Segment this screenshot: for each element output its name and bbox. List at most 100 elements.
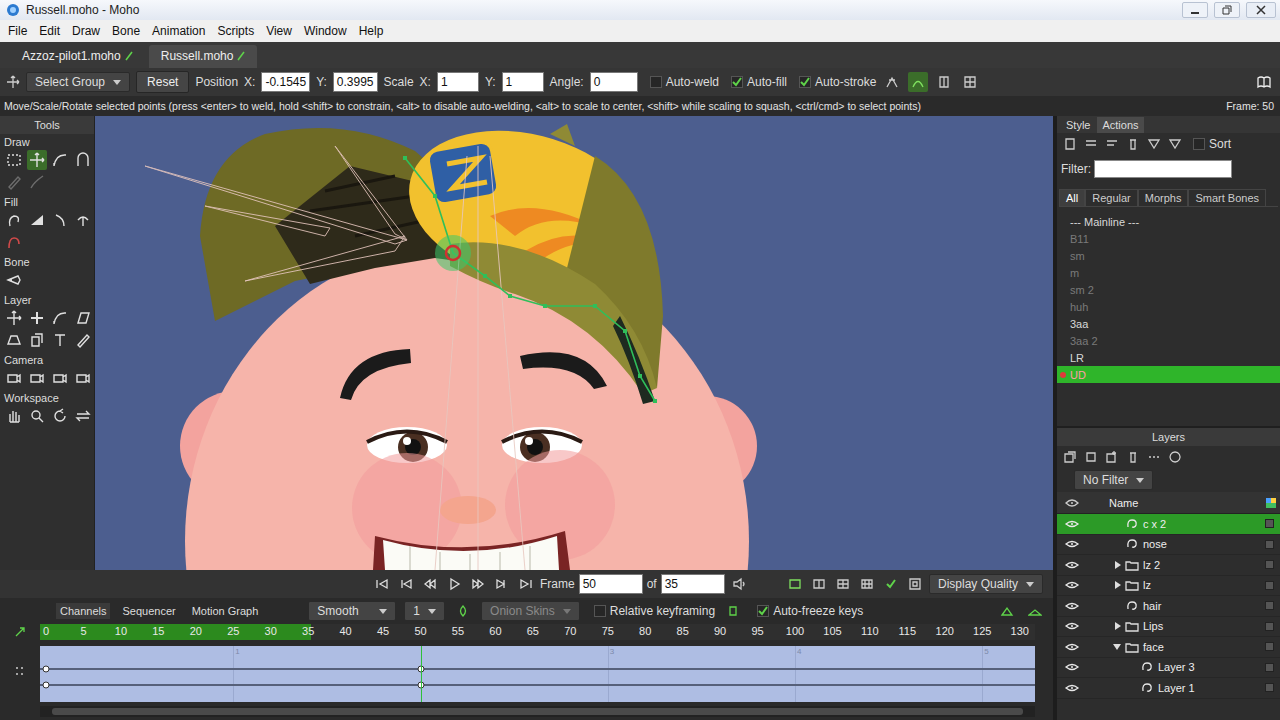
view-button[interactable] [785,574,805,594]
menu-item[interactable]: Window [298,22,353,40]
tool-button[interactable] [4,150,24,170]
layer-row[interactable]: nose [1057,535,1280,556]
timeline-tab[interactable]: Sequencer [118,603,179,619]
expand-arrow[interactable] [1115,622,1121,630]
onion-button[interactable] [453,601,473,621]
action-row[interactable]: sm [1057,247,1280,264]
view-button[interactable] [833,574,853,594]
layer-color[interactable] [1265,622,1274,631]
action-tool-button[interactable] [1166,135,1184,153]
tool-button[interactable] [50,308,70,328]
eye-cell[interactable] [1065,537,1101,551]
action-row[interactable]: sm 2 [1057,281,1280,298]
action-row[interactable]: --- Mainline --- [1057,213,1280,230]
step-dropdown[interactable]: 1 [404,601,445,621]
position-field[interactable]: 0.3995 [333,72,378,92]
action-tool-button[interactable] [1124,135,1142,153]
angle-field[interactable]: 0 [590,72,638,92]
eye-cell[interactable] [1065,578,1101,592]
tool-button[interactable] [50,368,70,388]
relative-keyframing-checkbox[interactable]: Relative keyframing [594,604,715,618]
tool-button[interactable] [27,172,47,192]
tool-button[interactable] [27,210,47,230]
timeline-tab[interactable]: Channels [56,603,110,619]
scale-field[interactable]: 1 [437,72,479,92]
total-frames-field[interactable]: 35 [661,574,725,594]
action-tab[interactable]: All [1059,189,1085,206]
tool-button[interactable] [4,308,24,328]
tool-button[interactable] [4,368,24,388]
eye-cell[interactable] [1065,619,1101,633]
layer-tool-button[interactable] [1061,448,1079,466]
tool-button[interactable] [27,150,47,170]
eye-cell[interactable] [1065,681,1101,695]
auto-freeze-checkbox[interactable]: Auto-freeze keys [757,604,863,618]
action-tool-button[interactable] [1103,135,1121,153]
tool-button[interactable] [4,232,24,252]
interpolation-dropdown[interactable]: Smooth [308,601,396,621]
tool-button[interactable] [50,210,70,230]
action-tab[interactable]: Morphs [1138,189,1189,206]
transport-button[interactable] [372,574,392,594]
tool-button[interactable] [27,330,47,350]
action-tool-button[interactable] [1082,135,1100,153]
bone-key-button[interactable] [723,601,743,621]
action-row[interactable]: m [1057,264,1280,281]
tool-button[interactable] [73,150,93,170]
transport-button[interactable] [468,574,488,594]
menu-item[interactable]: Animation [146,22,211,40]
tool-button[interactable] [4,270,24,290]
frame-view-button[interactable] [905,574,925,594]
tool-button[interactable] [27,308,47,328]
action-row[interactable]: 3aa 2 [1057,332,1280,349]
expand-arrow[interactable] [1115,581,1121,589]
display-quality-dropdown[interactable]: Display Quality [929,574,1043,594]
checkbox[interactable] [731,76,743,88]
tool-button[interactable] [73,368,93,388]
layer-color[interactable] [1265,663,1274,672]
menu-item[interactable]: Bone [106,22,146,40]
expand-arrow[interactable] [1113,644,1121,650]
tool-button[interactable] [4,172,24,192]
maximize-button[interactable] [1214,2,1240,18]
action-tab[interactable]: Smart Bones [1188,189,1266,206]
grid-button[interactable] [960,72,980,92]
tool-button[interactable] [73,330,93,350]
panel-tab[interactable]: Style [1061,117,1095,133]
view-button[interactable] [857,574,877,594]
layer-color[interactable] [1265,683,1274,692]
eye-cell[interactable] [1065,640,1101,654]
playhead[interactable] [421,646,422,702]
checkbox[interactable] [799,76,811,88]
tool-button[interactable] [73,308,93,328]
layer-row[interactable]: Layer 1 [1057,678,1280,699]
layer-color[interactable] [1265,560,1274,569]
timeline-scrollbar[interactable] [40,706,1035,717]
checkbox[interactable] [650,76,662,88]
tool-button[interactable] [4,330,24,350]
action-row[interactable]: UD [1057,366,1280,383]
menu-item[interactable]: Draw [66,22,106,40]
action-row[interactable]: B11 [1057,230,1280,247]
menu-item[interactable]: Scripts [211,22,260,40]
tool-button[interactable] [4,210,24,230]
transport-button[interactable] [420,574,440,594]
layer-color[interactable] [1265,540,1274,549]
tool-button[interactable] [4,406,24,426]
peak-button[interactable] [882,72,902,92]
layer-color[interactable] [1265,601,1274,610]
action-tool-button[interactable] [1061,135,1079,153]
action-row[interactable]: 3aa [1057,315,1280,332]
layer-row[interactable]: face [1057,637,1280,658]
option-checkbox[interactable]: Auto-fill [731,75,787,89]
menu-item[interactable]: View [260,22,298,40]
layer-color[interactable] [1265,519,1274,528]
library-button[interactable] [1254,72,1274,92]
layer-row[interactable]: lz 2 [1057,555,1280,576]
track-area[interactable]: 1345 [40,646,1035,702]
timeline-tab[interactable]: Motion Graph [188,603,263,619]
quality-toggle[interactable] [881,574,901,594]
checkbox[interactable] [594,605,606,617]
tool-button[interactable] [27,406,47,426]
layer-tool-button[interactable] [1166,448,1184,466]
